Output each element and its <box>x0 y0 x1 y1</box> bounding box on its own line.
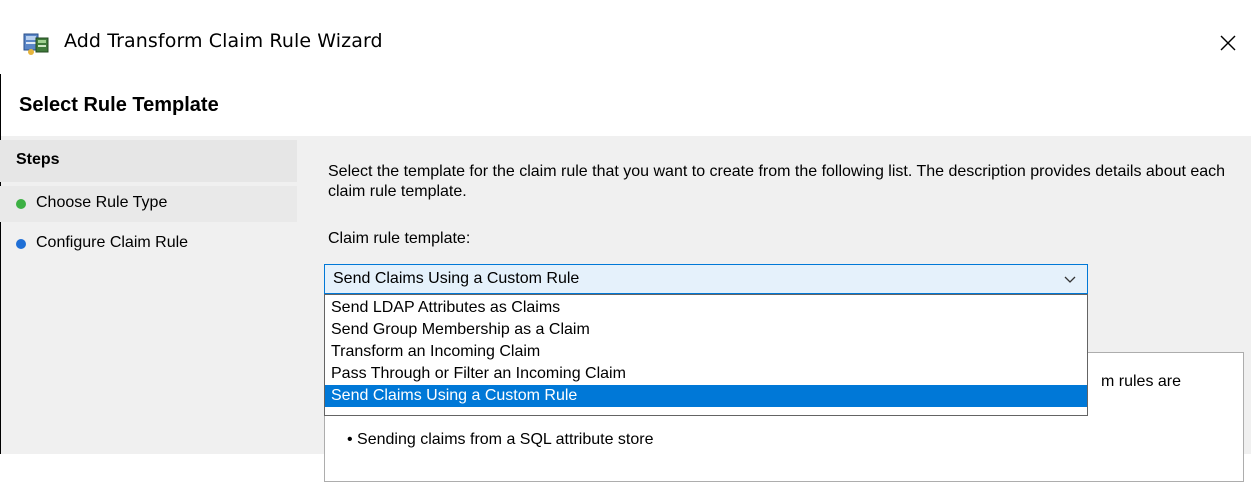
step-configure-claim-rule[interactable]: Configure Claim Rule <box>0 226 297 262</box>
option-pass-through-filter[interactable]: Pass Through or Filter an Incoming Claim <box>325 363 1087 385</box>
blue-dot-icon <box>16 239 26 249</box>
window-title: Add Transform Claim Rule Wizard <box>64 30 383 52</box>
step-label: Choose Rule Type <box>36 194 168 211</box>
instructions-text: Select the template for the claim rule t… <box>328 163 1226 200</box>
title-bar: Add Transform Claim Rule Wizard <box>0 0 1251 74</box>
option-send-ldap-attributes[interactable]: Send LDAP Attributes as Claims <box>325 297 1087 319</box>
claim-rule-template-select[interactable]: Send Claims Using a Custom Rule <box>324 264 1088 294</box>
select-value: Send Claims Using a Custom Rule <box>333 270 580 287</box>
green-dot-icon <box>16 199 26 209</box>
option-label: Pass Through or Filter an Incoming Claim <box>331 365 626 382</box>
chevron-down-icon <box>1063 271 1077 287</box>
step-choose-rule-type[interactable]: Choose Rule Type <box>0 186 297 222</box>
main-content: Select the template for the claim rule t… <box>313 140 1251 482</box>
page-header: Select Rule Template <box>0 74 1251 136</box>
steps-title: Steps <box>16 151 60 168</box>
option-send-group-membership[interactable]: Send Group Membership as a Claim <box>325 319 1087 341</box>
option-label: Send Claims Using a Custom Rule <box>331 387 578 404</box>
template-dropdown-list: Send LDAP Attributes as Claims Send Grou… <box>324 294 1088 416</box>
option-label: Send LDAP Attributes as Claims <box>331 299 561 316</box>
steps-panel: Steps Choose Rule Type Configure Claim R… <box>0 140 297 454</box>
description-text-tail: m rules are <box>1101 373 1182 390</box>
close-icon <box>1220 35 1236 51</box>
step-label: Configure Claim Rule <box>36 234 189 251</box>
page-title: Select Rule Template <box>19 94 219 116</box>
option-transform-incoming-claim[interactable]: Transform an Incoming Claim <box>325 341 1087 363</box>
option-label: Transform an Incoming Claim <box>331 343 541 360</box>
option-send-custom-rule[interactable]: Send Claims Using a Custom Rule <box>325 385 1087 407</box>
wizard-app-icon <box>22 30 52 56</box>
claim-rule-template-label: Claim rule template: <box>328 230 471 247</box>
description-bullet: • Sending claims from a SQL attribute st… <box>347 431 654 448</box>
steps-header: Steps <box>0 140 297 182</box>
wizard-window: Add Transform Claim Rule Wizard Select R… <box>0 0 1251 482</box>
close-button[interactable] <box>1205 20 1251 66</box>
option-label: Send Group Membership as a Claim <box>331 321 590 338</box>
